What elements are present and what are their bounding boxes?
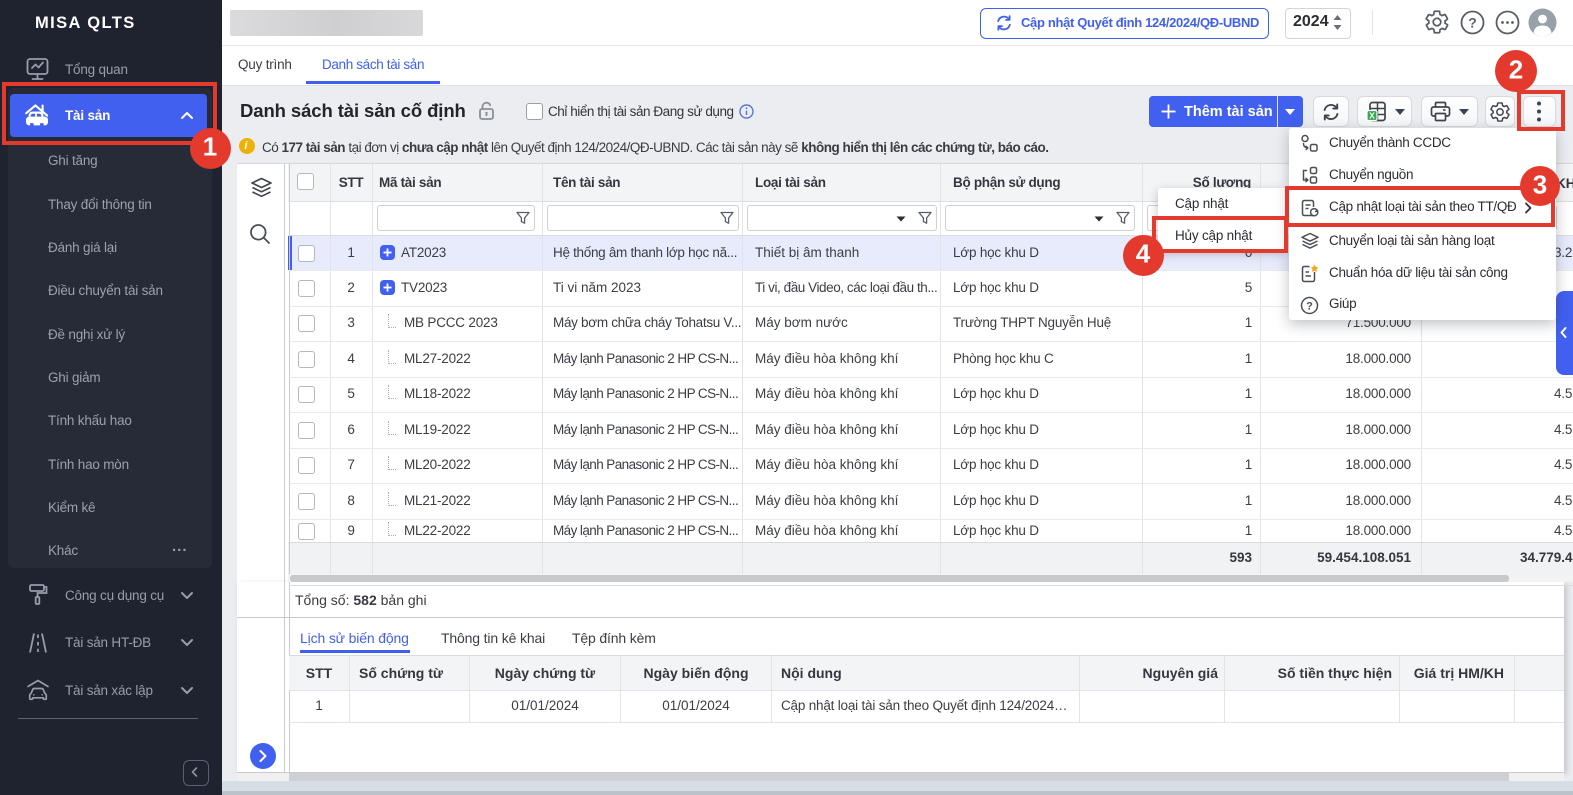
svg-text:?: ? — [1306, 301, 1313, 313]
svg-text:?: ? — [1468, 15, 1477, 31]
svg-text:X: X — [1369, 110, 1375, 120]
